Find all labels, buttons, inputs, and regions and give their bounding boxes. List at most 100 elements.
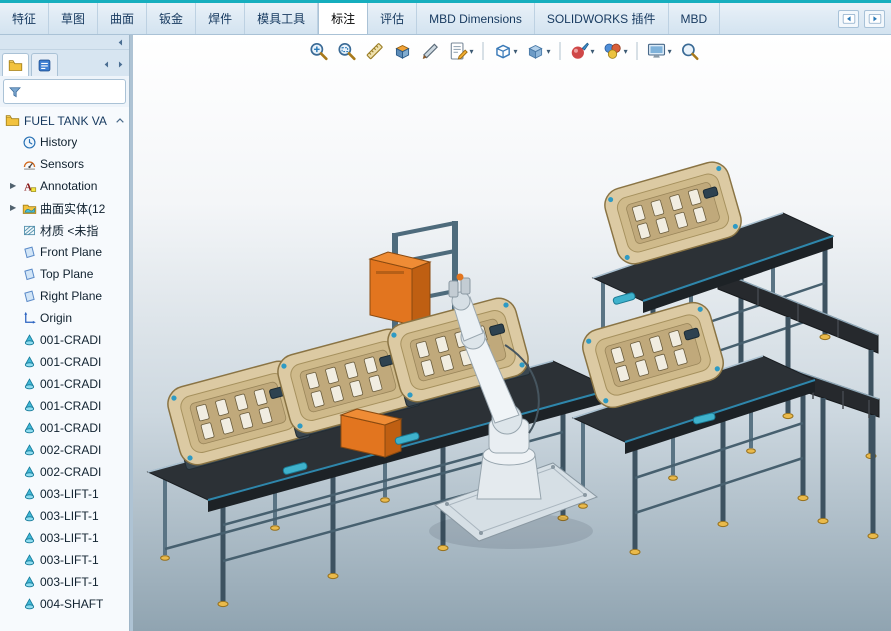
tree-item-annotation[interactable]: ▶ A Annotation <box>0 175 129 197</box>
dropdown-arrow-icon[interactable]: ▾ <box>624 47 628 56</box>
ribbon-tab-2[interactable]: 曲面 <box>98 3 148 34</box>
part-icon <box>22 465 37 480</box>
pane-toggle-buttons <box>838 3 885 34</box>
zoom-area-button[interactable] <box>334 39 360 63</box>
chevron-up-icon[interactable] <box>114 115 126 127</box>
tree-item-001-cradi[interactable]: 001-CRADI <box>0 417 129 439</box>
ribbon-tab-0[interactable]: 特征 <box>0 3 50 34</box>
tree-item-12[interactable]: ▶ 曲面实体(12 <box>0 197 129 219</box>
property-list-icon <box>37 58 52 73</box>
expand-arrow-icon[interactable]: ▶ <box>10 204 19 212</box>
ribbon-tab-9[interactable]: SOLIDWORKS 插件 <box>535 3 669 34</box>
tree-item-label: 003-LIFT-1 <box>40 509 99 523</box>
panel-nav-arrow-left-icon[interactable] <box>99 56 113 74</box>
part-icon <box>22 443 37 458</box>
tree-item-003-lift-1[interactable]: 003-LIFT-1 <box>0 527 129 549</box>
tree-item-label: 002-CRADI <box>40 443 102 457</box>
feature-manager-panel: FUEL TANK VA History Sensors ▶ A Annotation ▶… <box>0 35 130 631</box>
part-icon <box>22 487 37 502</box>
magnify-button[interactable] <box>677 39 703 63</box>
tree-item-right-plane[interactable]: Right Plane <box>0 285 129 307</box>
pane-left-icon[interactable] <box>838 9 859 28</box>
dropdown-arrow-icon[interactable]: ▾ <box>547 47 551 56</box>
view-settings-button[interactable]: ▾ <box>644 39 675 63</box>
surface-folder-icon <box>22 201 37 216</box>
pane-right-icon[interactable] <box>864 9 885 28</box>
section-view-button[interactable] <box>390 39 416 63</box>
trim-button[interactable] <box>418 39 444 63</box>
station-right[interactable] <box>571 297 880 556</box>
tree-item-label: 002-CRADI <box>40 465 102 479</box>
graphics-viewport[interactable]: ▾ ▾ ▾ ▾ ▾ ▾ <box>133 35 891 631</box>
ribbon-tab-4[interactable]: 焊件 <box>196 3 246 34</box>
tree-item-label: Sensors <box>40 157 85 171</box>
panel-tab-property-list[interactable] <box>31 53 58 76</box>
edit-appearance-button[interactable]: ▾ <box>567 39 598 63</box>
tree-items: History Sensors ▶ A Annotation ▶ 曲面实体(12 材质 <未指… <box>0 131 129 615</box>
measure-button[interactable] <box>362 39 388 63</box>
expand-arrow-icon[interactable]: ▶ <box>10 182 19 190</box>
tree-item-item-4[interactable]: 材质 <未指 <box>0 219 129 241</box>
tree-item-003-lift-1[interactable]: 003-LIFT-1 <box>0 549 129 571</box>
panel-tab-feature-tree[interactable] <box>2 53 29 76</box>
tree-item-001-cradi[interactable]: 001-CRADI <box>0 395 129 417</box>
view-orientation-button[interactable]: ▾ <box>490 39 521 63</box>
part-icon <box>22 355 37 370</box>
graphics-area[interactable] <box>133 35 891 631</box>
tree-item-label: 003-LIFT-1 <box>40 531 99 545</box>
material-icon <box>22 223 37 238</box>
tree-item-label: 003-LIFT-1 <box>40 575 99 589</box>
annotation-note-icon <box>449 41 469 61</box>
tree-item-label: Annotation <box>40 179 98 193</box>
panel-top-strip <box>0 35 129 50</box>
panel-nav-arrow-right-icon[interactable] <box>113 56 127 74</box>
tree-root-item[interactable]: FUEL TANK VA <box>0 110 129 131</box>
zoom-fit-button[interactable] <box>306 39 332 63</box>
annotation-note-button[interactable]: ▾ <box>446 39 477 63</box>
tree-item-label: History <box>40 135 78 149</box>
tree-item-top-plane[interactable]: Top Plane <box>0 263 129 285</box>
tree-item-origin[interactable]: Origin <box>0 307 129 329</box>
tree-item-001-cradi[interactable]: 001-CRADI <box>0 373 129 395</box>
ribbon-tab-6[interactable]: 标注 <box>318 3 369 34</box>
tree-item-003-lift-1[interactable]: 003-LIFT-1 <box>0 571 129 593</box>
panel-tab-bar <box>0 50 129 76</box>
zoom-fit-icon <box>309 41 329 61</box>
tree-item-003-lift-1[interactable]: 003-LIFT-1 <box>0 483 129 505</box>
ribbon-tabs: 特征 草图 曲面 钣金 焊件 模具工具 标注 评估 MBD Dimensions SOLIDWOR… <box>0 3 721 34</box>
display-style-icon <box>526 41 546 61</box>
dropdown-arrow-icon[interactable]: ▾ <box>514 47 518 56</box>
tree-item-004-shaft[interactable]: 004-SHAFT <box>0 593 129 615</box>
apply-scene-button[interactable]: ▾ <box>600 39 631 63</box>
ribbon-tab-5[interactable]: 模具工具 <box>245 3 319 34</box>
ribbon-tab-8[interactable]: MBD Dimensions <box>417 3 535 34</box>
tree-item-sensors[interactable]: Sensors <box>0 153 129 175</box>
ribbon-tab-7[interactable]: 评估 <box>368 3 418 34</box>
panel-collapse-icon[interactable] <box>115 37 126 48</box>
part-icon <box>22 421 37 436</box>
ribbon-tab-10[interactable]: MBD <box>669 3 721 34</box>
filter-input[interactable] <box>26 85 121 98</box>
tree-item-002-cradi[interactable]: 002-CRADI <box>0 439 129 461</box>
part-icon <box>22 531 37 546</box>
tree-item-001-cradi[interactable]: 001-CRADI <box>0 329 129 351</box>
control-cabinet-orange[interactable] <box>368 251 432 326</box>
ribbon-tab-3[interactable]: 钣金 <box>147 3 197 34</box>
toolbar-separator <box>559 42 561 60</box>
sensors-icon <box>22 157 37 172</box>
tree-item-front-plane[interactable]: Front Plane <box>0 241 129 263</box>
feature-tree-icon <box>8 58 23 73</box>
tree-item-002-cradi[interactable]: 002-CRADI <box>0 461 129 483</box>
tree-item-003-lift-1[interactable]: 003-LIFT-1 <box>0 505 129 527</box>
tree-item-label: 001-CRADI <box>40 421 102 435</box>
feature-tree: FUEL TANK VA History Sensors ▶ A Annotation ▶… <box>0 107 129 631</box>
tree-item-label: 001-CRADI <box>40 399 102 413</box>
ribbon-tab-1[interactable]: 草图 <box>49 3 99 34</box>
display-style-button[interactable]: ▾ <box>523 39 554 63</box>
dropdown-arrow-icon[interactable]: ▾ <box>591 47 595 56</box>
tree-item-history[interactable]: History <box>0 131 129 153</box>
tree-item-001-cradi[interactable]: 001-CRADI <box>0 351 129 373</box>
dropdown-arrow-icon[interactable]: ▾ <box>470 47 474 56</box>
dropdown-arrow-icon[interactable]: ▾ <box>668 47 672 56</box>
part-icon <box>22 597 37 612</box>
